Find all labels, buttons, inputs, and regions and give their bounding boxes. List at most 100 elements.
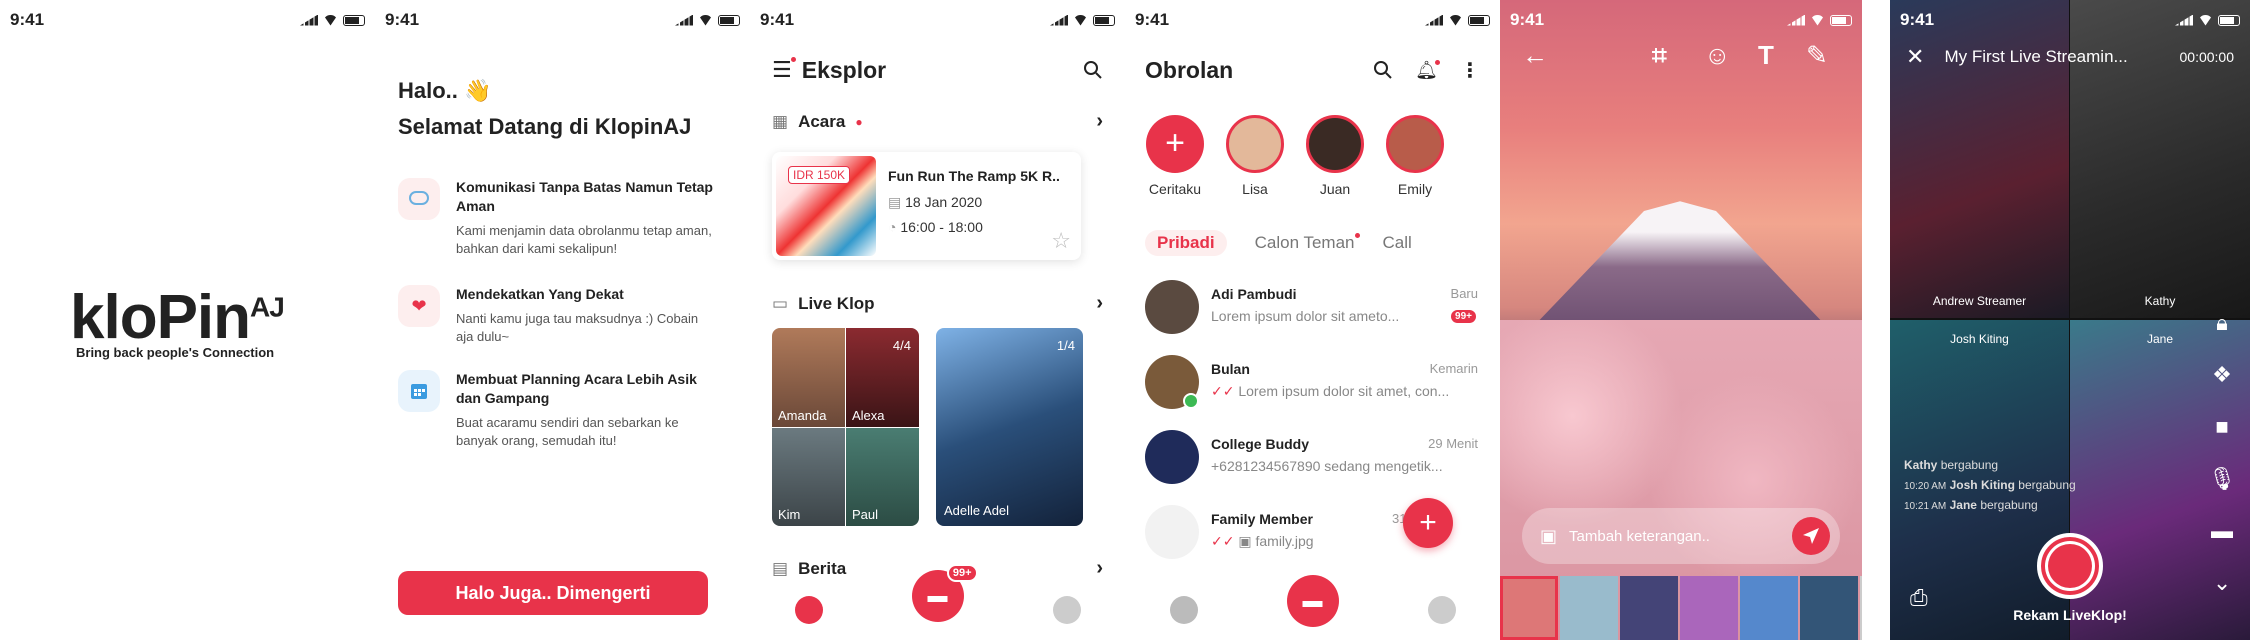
video-icon[interactable]: ■ [2215, 414, 2228, 440]
participant-name: Adelle Adel [944, 503, 1010, 518]
event-time: 16:00 - 18:00 [900, 219, 983, 235]
chevron-right-icon[interactable]: › [1096, 292, 1103, 315]
avatar [1145, 355, 1199, 409]
chevron-right-icon[interactable]: › [1096, 110, 1103, 133]
chat-row[interactable]: Bulan ✓✓ Lorem ipsum dolor sit amet, con.… [1145, 355, 1478, 419]
thumbnail[interactable] [1680, 576, 1738, 640]
globe-icon[interactable] [1169, 596, 1198, 624]
record-button[interactable] [2037, 533, 2103, 599]
pencil-icon[interactable]: ✎ [1806, 40, 1828, 71]
events-section-header[interactable]: ▦ Acara ● › [772, 110, 1103, 133]
live-stream-screen: Andrew Streamer Kathy Josh Kiting Jane 9… [1890, 0, 2250, 640]
thumbnail[interactable] [1740, 576, 1798, 640]
chat-nav-button[interactable]: ▬ [1286, 575, 1339, 627]
liveklop-card[interactable]: 1/4 Adelle Adel [936, 328, 1083, 526]
battery-icon [1093, 14, 1115, 26]
story-item[interactable]: Emily [1385, 115, 1445, 197]
clock-icon: ◔ [888, 219, 897, 235]
story-item[interactable]: Lisa [1225, 115, 1285, 197]
event-image: IDR 150K [776, 156, 876, 256]
lock-icon[interactable]: 🔒︎ [2216, 310, 2228, 336]
tab-call[interactable]: Call [1382, 230, 1411, 256]
chat-tabs: Pribadi Calon Teman Call [1145, 230, 1412, 256]
image-icon: ▣ [1238, 533, 1252, 549]
add-image-icon[interactable]: ▣ [1540, 526, 1557, 547]
new-chat-button[interactable]: + [1403, 498, 1453, 548]
add-story-button[interactable]: + [1146, 115, 1204, 173]
profile-icon[interactable] [1052, 596, 1081, 624]
battery-icon [1468, 14, 1490, 26]
search-icon[interactable] [1083, 60, 1103, 80]
photo-mountain [1530, 201, 1830, 330]
signal-icon [1787, 14, 1805, 26]
mic-icon[interactable]: 🎙︎ [2208, 466, 2236, 492]
battery-icon [343, 14, 365, 26]
back-arrow-icon[interactable]: ← [1522, 40, 1548, 71]
tab-private[interactable]: Pribadi [1145, 230, 1227, 256]
profile-icon[interactable] [1427, 596, 1456, 624]
thumbnail[interactable] [1620, 576, 1678, 640]
event-price: IDR 150K [788, 166, 851, 184]
explore-screen: 9:41 ☰ Eksplor ▦ Acara ● › IDR 150K Fun R… [750, 0, 1125, 640]
continue-button[interactable]: Halo Juga.. Dimengerti [398, 571, 708, 615]
stream-timer: 00:00:00 [2179, 49, 2235, 65]
text-icon[interactable]: T [1758, 40, 1774, 71]
more-vert-icon[interactable]: ⋮ [1460, 58, 1480, 83]
chat-nav-button[interactable]: ▬ 99+ [911, 564, 978, 622]
story-item[interactable]: Juan [1305, 115, 1365, 197]
avatar [1145, 505, 1199, 559]
avatar [1145, 280, 1199, 334]
greeting: Halo.. 👋 Selamat Datang di KlopinAJ [398, 73, 691, 145]
avatar [1226, 115, 1284, 173]
participant-tile: Amanda [772, 328, 845, 427]
liveklop-section-header[interactable]: ▭ Live Klop › [772, 292, 1103, 315]
chat-badge: 99+ [946, 564, 978, 582]
caption-input[interactable] [1569, 527, 1780, 545]
header: Obrolan 🔔︎ ⋮ [1125, 50, 1500, 90]
status-time: 9:41 [385, 10, 420, 29]
status-time: 9:41 [10, 10, 45, 29]
avatar [1145, 430, 1199, 484]
status-time: 9:41 [1510, 10, 1545, 29]
wifi-icon [2198, 14, 2213, 26]
chat-row[interactable]: Adi Pambudi Lorem ipsum dolor sit ameto..… [1145, 280, 1478, 344]
status-bar: 9:41 [750, 0, 1125, 40]
avatar [1386, 115, 1444, 173]
wifi-icon [698, 14, 713, 26]
signal-icon [1050, 14, 1068, 26]
wifi-icon [1810, 14, 1825, 26]
group-icon[interactable]: ❖ [2212, 362, 2232, 388]
status-time: 9:41 [1135, 10, 1170, 29]
bottom-nav: ▬ 99+ [750, 564, 1125, 640]
tab-friends[interactable]: Calon Teman [1255, 230, 1361, 256]
unread-badge: 99+ [1449, 308, 1478, 325]
emoji-icon[interactable]: ☺ [1704, 40, 1731, 71]
chevron-down-icon[interactable]: ⌄ [2213, 570, 2231, 596]
chat-row[interactable]: College Buddy +6281234567890 sedang menge… [1145, 430, 1478, 494]
feature-item: ❤ Mendekatkan Yang Dekat Nanti kamu juga … [398, 285, 718, 346]
signal-icon [1425, 14, 1443, 26]
calendar-icon: ▦ [772, 111, 789, 131]
wifi-icon [1073, 14, 1088, 26]
thumbnail[interactable] [1800, 576, 1858, 640]
close-icon[interactable]: ✕ [1906, 44, 1924, 70]
splash-screen: 9:41 kloPinAJ Bring back people's Connec… [0, 0, 375, 640]
menu-icon[interactable]: ☰ [772, 57, 796, 83]
send-button[interactable] [1792, 517, 1830, 555]
onboarding-screen: 9:41 Halo.. 👋 Selamat Datang di KlopinAJ… [375, 0, 750, 640]
chevron-right-icon[interactable]: › [1096, 557, 1103, 580]
liveklop-card[interactable]: Amanda Alexa Kim Paul 4/4 [772, 328, 919, 526]
bell-icon[interactable]: 🔔︎ [1415, 59, 1440, 81]
globe-icon[interactable] [794, 596, 823, 624]
search-icon[interactable] [1373, 60, 1393, 80]
thumbnail[interactable] [1860, 576, 1862, 640]
chat-icon[interactable]: ▬ [2211, 518, 2233, 544]
signal-icon [675, 14, 693, 26]
crop-icon[interactable]: ⌗ [1652, 40, 1667, 72]
event-card[interactable]: IDR 150K Fun Run The Ramp 5K R.. ▤ 18 Ja… [772, 152, 1081, 260]
story-own[interactable]: + Ceritaku [1145, 115, 1205, 197]
star-icon[interactable]: ☆ [1051, 228, 1071, 254]
thumbnail[interactable] [1500, 576, 1558, 640]
tagline: Bring back people's Connection [76, 345, 275, 360]
thumbnail[interactable] [1560, 576, 1618, 640]
